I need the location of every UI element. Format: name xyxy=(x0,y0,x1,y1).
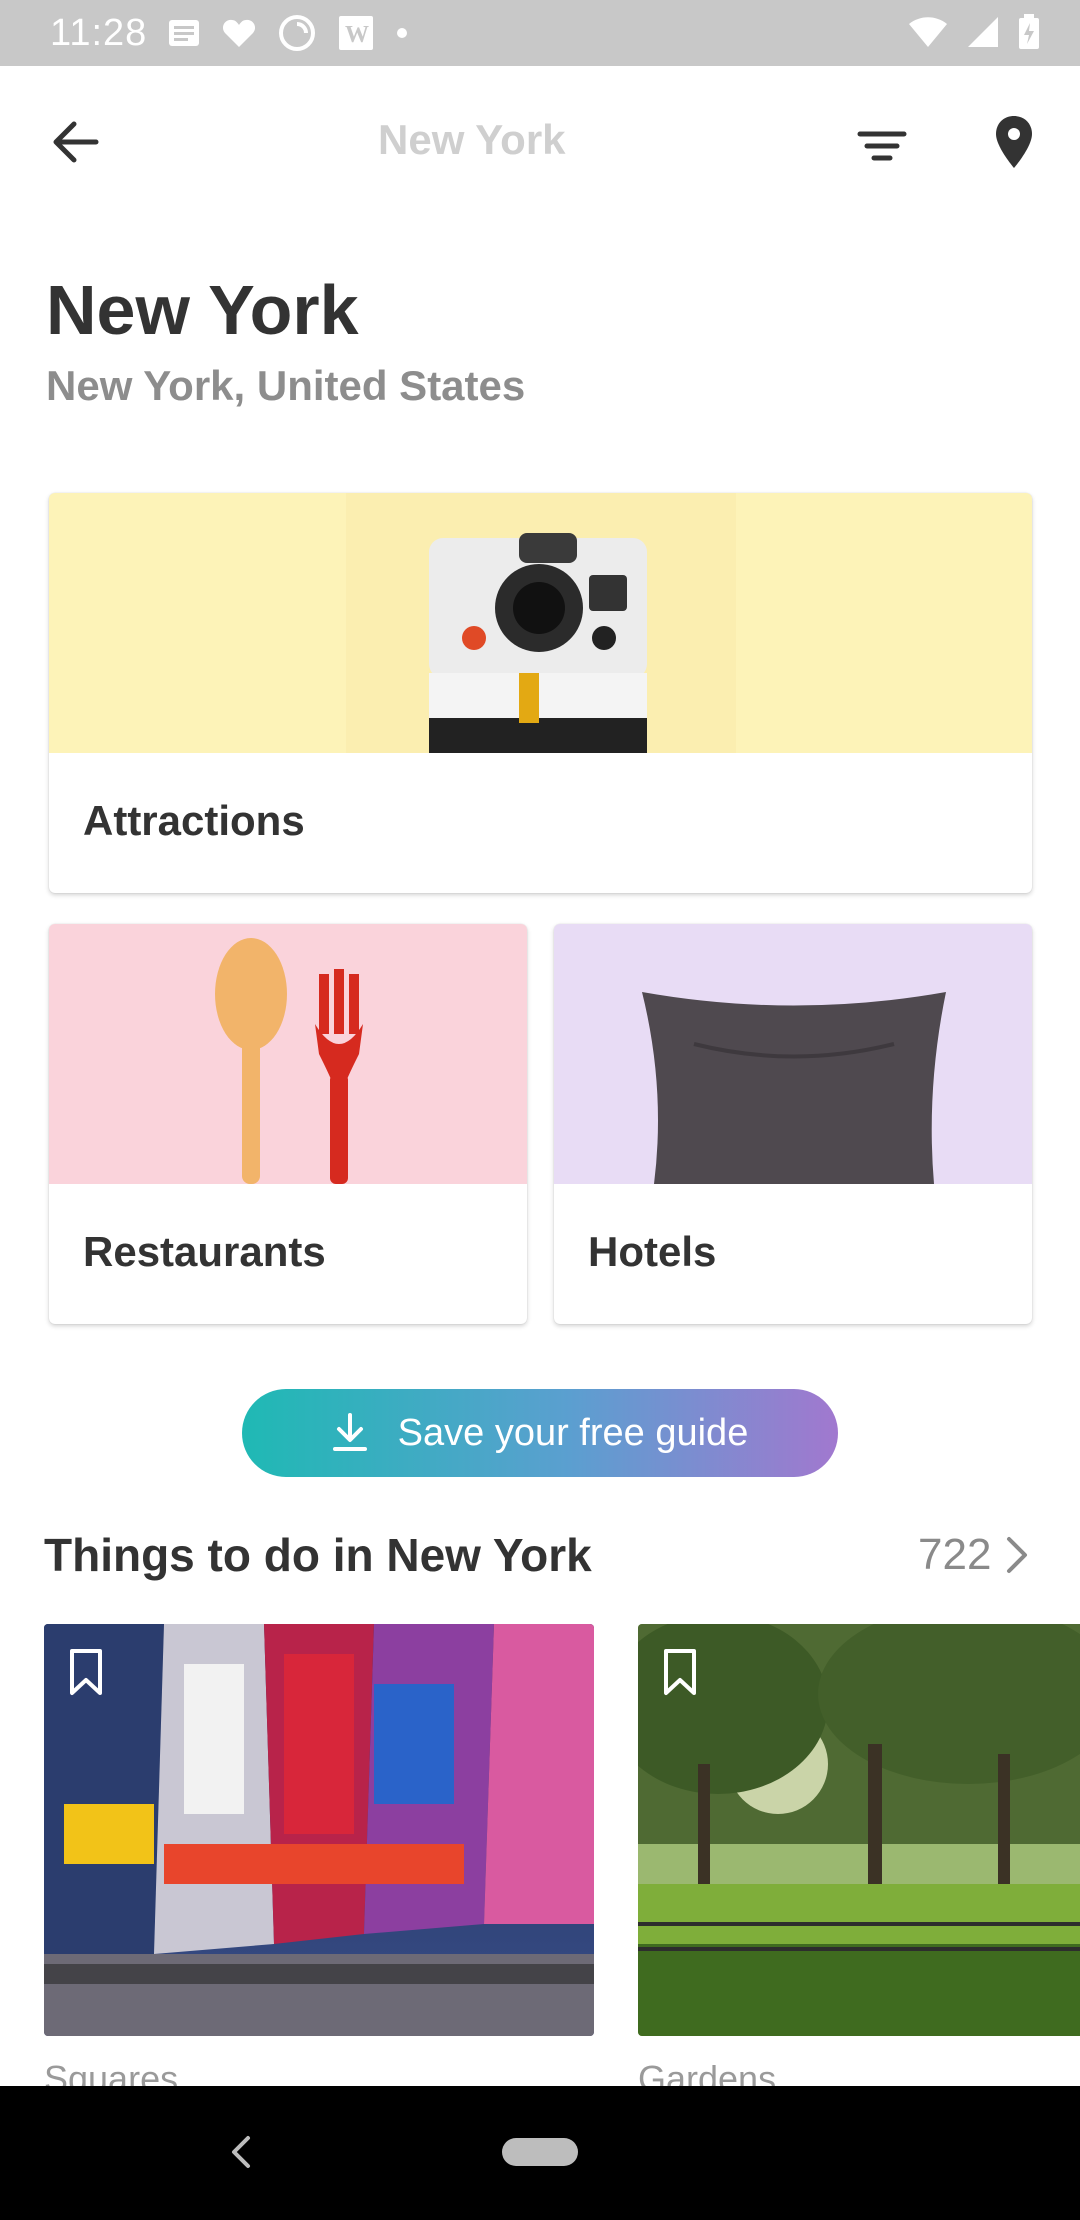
times-square-photo xyxy=(44,1624,594,2036)
save-guide-button[interactable]: Save your free guide xyxy=(242,1389,838,1477)
dot-icon xyxy=(397,28,407,38)
section-title: Things to do in New York xyxy=(44,1529,592,1581)
polaroid-camera-image xyxy=(49,493,1032,753)
section-count: 722 xyxy=(918,1530,992,1579)
attractions-label: Attractions xyxy=(83,797,305,844)
news-icon xyxy=(169,20,199,46)
status-icons-left: W xyxy=(168,14,408,52)
system-nav-bar xyxy=(0,2086,1080,2220)
wifi-icon xyxy=(909,17,947,47)
hotels-card[interactable]: Hotels xyxy=(554,924,1032,1324)
nav-home-pill[interactable] xyxy=(502,2138,578,2166)
filter-button[interactable] xyxy=(852,116,912,176)
status-bar: 11:28 W xyxy=(0,0,1080,66)
bookmark-icon[interactable] xyxy=(662,1648,698,1696)
download-icon xyxy=(332,1413,367,1451)
filter-icon xyxy=(857,131,907,161)
sync-icon xyxy=(279,15,315,51)
spoon-fork-image xyxy=(49,924,527,1184)
map-button[interactable] xyxy=(984,112,1044,172)
save-guide-label: Save your free guide xyxy=(397,1411,749,1454)
chevron-right-icon xyxy=(1007,1537,1028,1573)
hotels-label: Hotels xyxy=(588,1228,717,1275)
restaurants-card[interactable]: Restaurants xyxy=(49,924,527,1324)
attractions-card[interactable]: Attractions xyxy=(49,493,1032,893)
status-icons-right xyxy=(908,14,1040,50)
page-title: New York xyxy=(46,271,359,349)
app-bar-title: New York xyxy=(378,116,566,163)
squares-card[interactable] xyxy=(44,1624,594,2036)
app-bar: New York xyxy=(0,66,1080,216)
gardens-card[interactable] xyxy=(638,1624,1080,2036)
restaurants-label: Restaurants xyxy=(83,1228,326,1275)
map-pin-icon xyxy=(996,116,1032,168)
arrow-left-icon xyxy=(53,121,99,163)
signal-icon xyxy=(968,17,998,47)
svg-text:W: W xyxy=(345,22,369,48)
location-subtitle: New York, United States xyxy=(46,362,526,409)
battery-icon xyxy=(1019,14,1039,49)
heart-icon xyxy=(222,19,256,47)
pillow-image xyxy=(554,924,1032,1184)
nav-back-icon[interactable] xyxy=(222,2132,262,2172)
bookmark-icon[interactable] xyxy=(68,1648,104,1696)
central-park-photo xyxy=(638,1624,1080,2036)
word-icon: W xyxy=(339,16,373,50)
back-button[interactable] xyxy=(46,112,106,172)
status-time: 11:28 xyxy=(50,12,148,54)
see-all-button[interactable]: 722 xyxy=(918,1530,1029,1580)
